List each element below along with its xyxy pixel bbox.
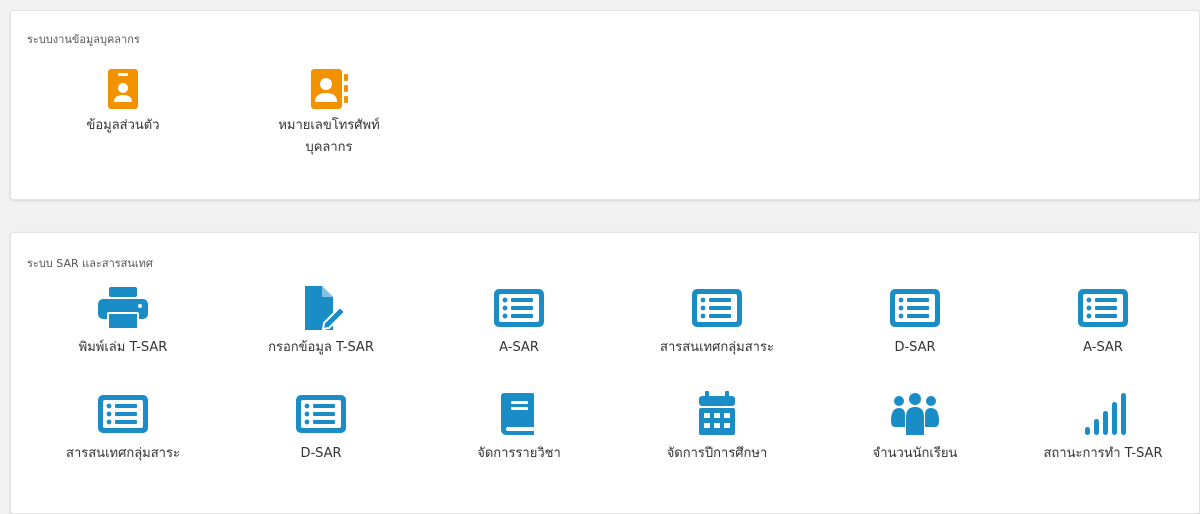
calendar-icon (699, 391, 735, 435)
tile-phone-directory[interactable]: หมายเลขโทรศัพท์ บุคลากร (231, 69, 427, 159)
tile-label: กรอกข้อมูล T-SAR (268, 340, 374, 355)
tile-label: A-SAR (499, 340, 539, 355)
tile-label-line2: บุคลากร (305, 140, 353, 155)
file-edit-icon (305, 286, 347, 331)
address-book-icon (311, 69, 348, 109)
tile-label: สารสนเทศกลุ่มสาระ (660, 340, 774, 355)
tile-label: สารสนเทศกลุ่มสาระ (66, 446, 180, 461)
list-alt-icon (890, 289, 940, 327)
tile-personal-info[interactable]: ข้อมูลส่วนตัว (25, 69, 221, 137)
list-alt-icon (494, 289, 544, 327)
printer-icon (98, 287, 148, 330)
tile-label: จัดการรายวิชา (477, 446, 561, 461)
id-badge-icon (108, 69, 138, 109)
tile-label: จำนวนนักเรียน (872, 446, 958, 461)
sar-section-title: ระบบ SAR และสารสนเทศ (27, 257, 153, 270)
tile-manage-academic-year[interactable]: จัดการปีการศึกษา (619, 391, 815, 465)
tile-label: ข้อมูลส่วนตัว (86, 118, 160, 133)
list-alt-icon (1078, 289, 1128, 327)
tile-dsar[interactable]: D-SAR (817, 285, 1013, 359)
tile-subject-info[interactable]: สารสนเทศกลุ่มสาระ (619, 285, 815, 359)
signal-bars-icon (1085, 393, 1126, 435)
tile-label: จัดการปีการศึกษา (666, 446, 768, 461)
tile-manage-courses[interactable]: จัดการรายวิชา (421, 391, 617, 465)
tile-print-tsar[interactable]: พิมพ์เล่ม T-SAR (25, 285, 221, 359)
tile-label: หมายเลขโทรศัพท์ (278, 118, 380, 133)
tile-label: สถานะการทำ T-SAR (1043, 446, 1163, 461)
tile-asar[interactable]: A-SAR (421, 285, 617, 359)
tile-label: พิมพ์เล่ม T-SAR (78, 340, 168, 355)
users-icon (891, 393, 939, 435)
tile-label: A-SAR (1083, 340, 1123, 355)
tile-asar-2[interactable]: A-SAR (1005, 285, 1200, 359)
book-icon (501, 393, 534, 435)
tile-tsar-status[interactable]: สถานะการทำ T-SAR (1005, 391, 1200, 465)
tile-dsar-2[interactable]: D-SAR (223, 391, 419, 465)
sar-section-card: ระบบ SAR และสารสนเทศ พิมพ์เล่ม T-SAR กรอ… (10, 232, 1200, 514)
tile-input-tsar[interactable]: กรอกข้อมูล T-SAR (223, 285, 419, 359)
tile-label: D-SAR (894, 340, 936, 355)
list-alt-icon (296, 395, 346, 433)
personnel-section-card: ระบบงานข้อมูลบุคลากร ข้อมูลส่วนตัว หมายเ… (10, 10, 1200, 200)
list-alt-icon (692, 289, 742, 327)
tile-student-count[interactable]: จำนวนนักเรียน (817, 391, 1013, 465)
tile-label: D-SAR (300, 446, 342, 461)
tile-subject-info-2[interactable]: สารสนเทศกลุ่มสาระ (25, 391, 221, 465)
list-alt-icon (98, 395, 148, 433)
personnel-section-title: ระบบงานข้อมูลบุคลากร (27, 33, 140, 46)
